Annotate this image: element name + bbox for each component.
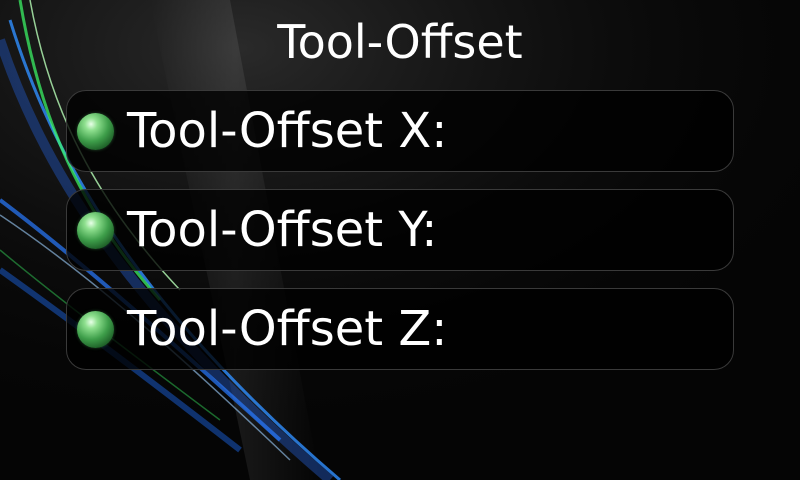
green-led-icon (77, 212, 114, 249)
offset-row-y[interactable]: Tool-Offset Y: (66, 189, 734, 271)
offset-row-z[interactable]: Tool-Offset Z: (66, 288, 734, 370)
offset-x-label: Tool-Offset X: (127, 103, 448, 159)
offset-row-x[interactable]: Tool-Offset X: (66, 90, 734, 172)
green-led-icon (77, 113, 114, 150)
green-led-icon (77, 311, 114, 348)
page-title: Tool-Offset (277, 15, 523, 69)
offset-z-label: Tool-Offset Z: (127, 301, 448, 357)
offset-y-label: Tool-Offset Y: (127, 202, 438, 258)
